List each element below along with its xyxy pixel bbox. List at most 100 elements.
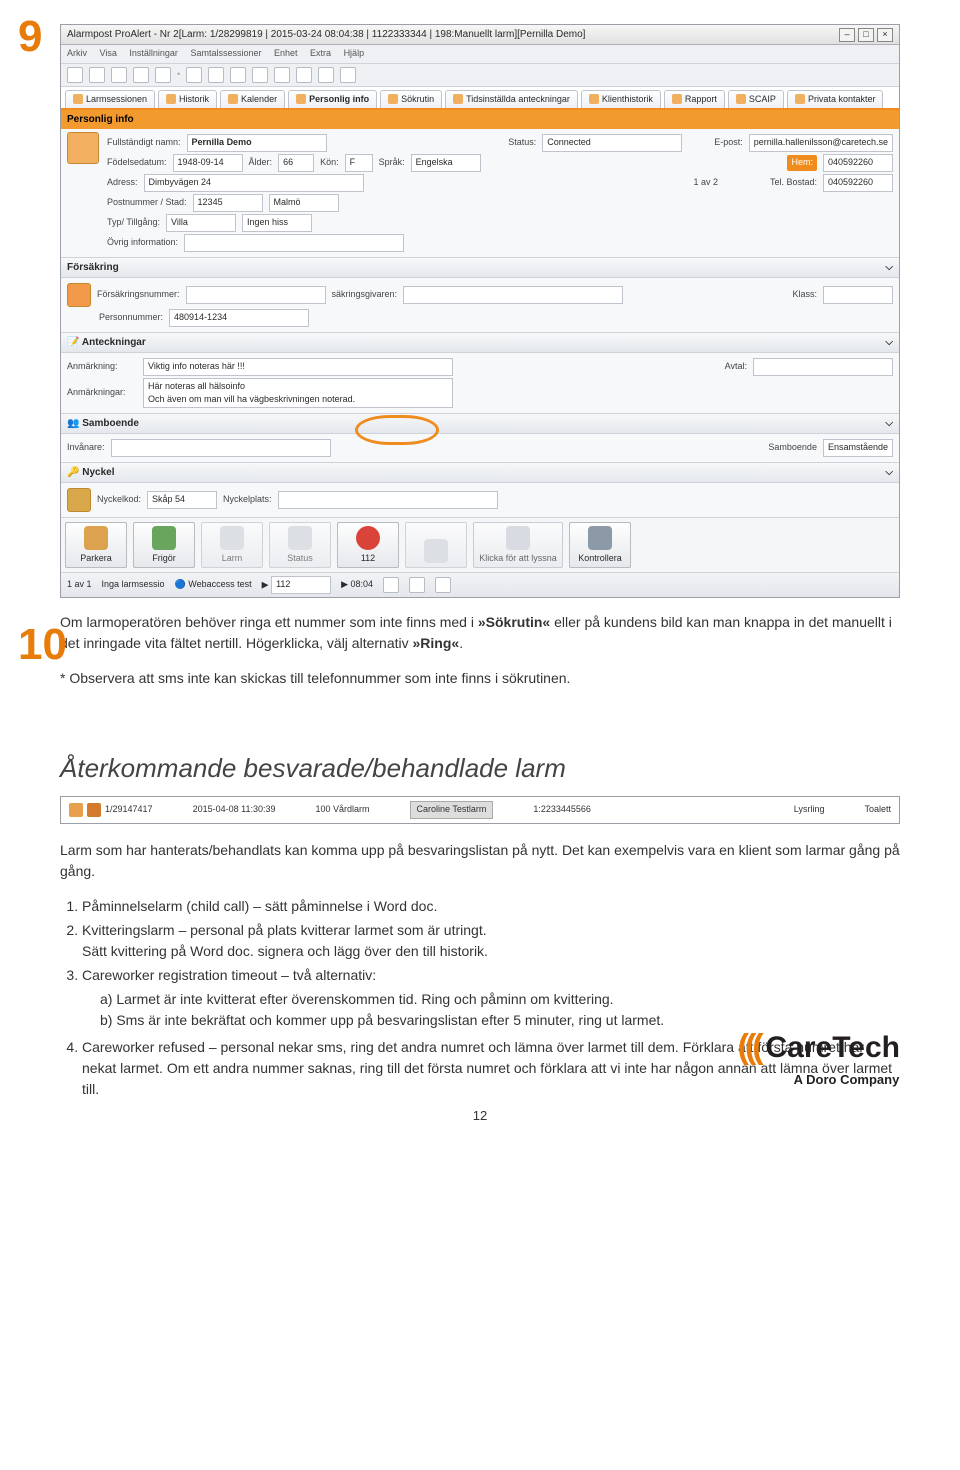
giver-field[interactable] <box>403 286 623 304</box>
email-field[interactable]: pernilla.hallenilsson@caretech.se <box>749 134 893 152</box>
insnum-label: Försäkringsnummer: <box>97 288 180 302</box>
logo-text: CareTech <box>765 1025 900 1070</box>
birth-field[interactable]: 1948-09-14 <box>173 154 243 172</box>
status-112[interactable]: ▶ 112 <box>262 576 331 594</box>
status-button[interactable]: Status <box>269 522 331 568</box>
status-icon[interactable] <box>435 577 451 593</box>
notes-header[interactable]: 📝 Anteckningar ⌵ <box>61 332 899 353</box>
misc-field[interactable] <box>184 234 404 252</box>
collapse-icon[interactable]: ⌵ <box>885 335 893 350</box>
status-icon[interactable] <box>409 577 425 593</box>
park-button[interactable]: Parkera <box>65 522 127 568</box>
menu-extra[interactable]: Extra <box>310 48 331 58</box>
type-field[interactable]: Villa <box>166 214 236 232</box>
control-button[interactable]: Kontrollera <box>569 522 631 568</box>
menu-enhet[interactable]: Enhet <box>274 48 298 58</box>
agreement-label: Avtal: <box>725 360 747 374</box>
list-name-selected[interactable]: Caroline Testlarm <box>410 801 494 819</box>
tab-kalender[interactable]: Kalender <box>220 90 285 109</box>
toolbar-icon[interactable] <box>111 67 127 83</box>
toolbar-icon[interactable] <box>274 67 290 83</box>
tab-tidsanteckningar[interactable]: Tidsinställda anteckningar <box>445 90 578 109</box>
call-112-button[interactable]: 112 <box>337 522 399 568</box>
phone2-field[interactable]: 040592260 <box>823 174 893 192</box>
insnum-field[interactable] <box>186 286 326 304</box>
maximize-icon[interactable]: □ <box>858 28 874 42</box>
status-icon[interactable] <box>383 577 399 593</box>
age-field[interactable]: 66 <box>278 154 314 172</box>
list-id: 1/29147417 <box>105 803 153 817</box>
insurance-header[interactable]: Försäkring ⌵ <box>61 257 899 278</box>
section-number-9: 9 <box>18 4 42 70</box>
tab-personliginfo[interactable]: Personlig info <box>288 90 377 109</box>
city-field[interactable]: Malmö <box>269 194 339 212</box>
status-label: Status: <box>508 136 536 150</box>
wait-button[interactable] <box>405 522 467 568</box>
lang-field[interactable]: Engelska <box>411 154 481 172</box>
collapse-icon[interactable]: ⌵ <box>885 416 893 431</box>
menu-bar: Arkiv Visa Inställningar Samtalssessione… <box>61 45 899 64</box>
menu-help[interactable]: Hjälp <box>344 48 365 58</box>
toolbar-icon[interactable] <box>340 67 356 83</box>
insurance-icon <box>67 283 91 307</box>
menu-sessions[interactable]: Samtalssessioner <box>190 48 261 58</box>
minimize-icon[interactable]: – <box>839 28 855 42</box>
tab-privkontakter[interactable]: Privata kontakter <box>787 90 884 109</box>
brand-logo: ((( CareTech A Doro Company <box>738 1022 900 1090</box>
free-button[interactable]: Frigör <box>133 522 195 568</box>
res-field[interactable]: Ensamstående <box>823 439 893 457</box>
tab-historik[interactable]: Historik <box>158 90 217 109</box>
personal-info-panel: Fullständigt namn: Pernilla Demo Status:… <box>61 129 899 257</box>
list-icon <box>69 803 83 817</box>
cohab-header[interactable]: 👥 Samboende ⌵ <box>61 413 899 434</box>
keyplace-field[interactable] <box>278 491 498 509</box>
pnr-field[interactable]: 480914-1234 <box>169 309 309 327</box>
tab-klienthistorik[interactable]: Klienthistorik <box>581 90 661 109</box>
zip-field[interactable]: 12345 <box>193 194 263 212</box>
giver-label: säkringsgivaren: <box>332 288 398 302</box>
toolbar-icon[interactable] <box>230 67 246 83</box>
tab-scaip[interactable]: SCAIP <box>728 90 784 109</box>
toolbar-icon[interactable] <box>155 67 171 83</box>
email-label: E-post: <box>714 136 743 150</box>
larm-button[interactable]: Larm <box>201 522 263 568</box>
inv-field[interactable] <box>111 439 331 457</box>
name-field[interactable]: Pernilla Demo <box>187 134 327 152</box>
type2-field[interactable]: Ingen hiss <box>242 214 312 232</box>
collapse-icon[interactable]: ⌵ <box>885 465 893 480</box>
collapse-icon[interactable]: ⌵ <box>885 260 893 275</box>
toolbar-icon[interactable] <box>208 67 224 83</box>
phone-home-field[interactable]: 040592260 <box>823 154 893 172</box>
tab-rapport[interactable]: Rapport <box>664 90 725 109</box>
toolbar-icon[interactable] <box>186 67 202 83</box>
res-label: Samboende <box>768 441 817 455</box>
class-field[interactable] <box>823 286 893 304</box>
note1-field[interactable]: Viktig info noteras här !!! <box>143 358 453 376</box>
addr-field[interactable]: Dimbyvägen 24 <box>144 174 364 192</box>
tab-sokrutin[interactable]: Sökrutin <box>380 90 442 109</box>
list-item: Careworker registration timeout – två al… <box>82 965 900 1031</box>
status-field[interactable]: Connected <box>542 134 682 152</box>
name-label: Fullständigt namn: <box>107 136 181 150</box>
menu-visa[interactable]: Visa <box>100 48 117 58</box>
toolbar-icon[interactable] <box>318 67 334 83</box>
key-header[interactable]: 🔑 Nyckel ⌵ <box>61 462 899 483</box>
tab-icon <box>296 94 306 104</box>
toolbar-icon[interactable] <box>133 67 149 83</box>
toolbar-icon[interactable] <box>89 67 105 83</box>
agreement-field[interactable] <box>753 358 893 376</box>
listen-button[interactable]: Klicka för att lyssna <box>473 522 563 568</box>
paragraph: Om larmoperatören behöver ringa ett numm… <box>60 612 900 654</box>
toolbar-icon[interactable] <box>296 67 312 83</box>
paragraph-note: * Observera att sms inte kan skickas til… <box>60 668 900 689</box>
toolbar-icon[interactable] <box>67 67 83 83</box>
note2-label: Anmärkningar: <box>67 386 137 400</box>
tab-larmsession[interactable]: Larmsessionen <box>65 90 155 109</box>
sex-field[interactable]: F <box>345 154 373 172</box>
menu-arkiv[interactable]: Arkiv <box>67 48 87 58</box>
close-icon[interactable]: × <box>877 28 893 42</box>
toolbar-icon[interactable] <box>252 67 268 83</box>
menu-settings[interactable]: Inställningar <box>129 48 178 58</box>
note2-field[interactable]: Här noteras all hälsoinfo Och även om ma… <box>143 378 453 408</box>
keycode-field[interactable]: Skåp 54 <box>147 491 217 509</box>
